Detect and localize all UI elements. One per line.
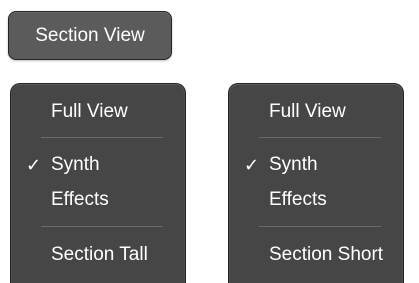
menu-item-effects[interactable]: Effects <box>11 185 185 215</box>
view-menu-right: Full View ✓ Synth Effects Section Short <box>228 83 404 283</box>
menu-item-effects[interactable]: Effects <box>229 185 403 215</box>
menu-item-synth[interactable]: ✓ Synth <box>229 150 403 180</box>
menu-item-label: Full View <box>269 101 346 122</box>
menu-item-label: Section Short <box>269 244 384 265</box>
view-menu-left: Full View ✓ Synth Effects Section Tall <box>10 83 186 283</box>
menu-item-full-view[interactable]: Full View <box>11 97 185 127</box>
menu-item-section-short[interactable]: Section Short <box>229 240 403 270</box>
menu-item-section-tall[interactable]: Section Tall <box>11 240 185 270</box>
menu-separator <box>259 137 381 138</box>
menu-separator <box>41 137 163 138</box>
menu-item-label: Effects <box>269 189 327 210</box>
menu-item-label: Synth <box>51 154 100 175</box>
checkmark-icon: ✓ <box>244 155 260 175</box>
menu-item-label: Synth <box>269 154 318 175</box>
menu-item-full-view[interactable]: Full View <box>229 97 403 127</box>
menu-item-synth[interactable]: ✓ Synth <box>11 150 185 180</box>
checkmark-icon: ✓ <box>26 155 42 175</box>
menu-item-label: Section Tall <box>51 244 148 265</box>
menu-item-label: Effects <box>51 189 109 210</box>
menu-separator <box>41 226 163 227</box>
section-view-label: Section View <box>35 24 145 46</box>
menu-item-label: Full View <box>51 101 128 122</box>
section-view-button[interactable]: Section View <box>8 11 172 60</box>
menu-separator <box>259 226 381 227</box>
